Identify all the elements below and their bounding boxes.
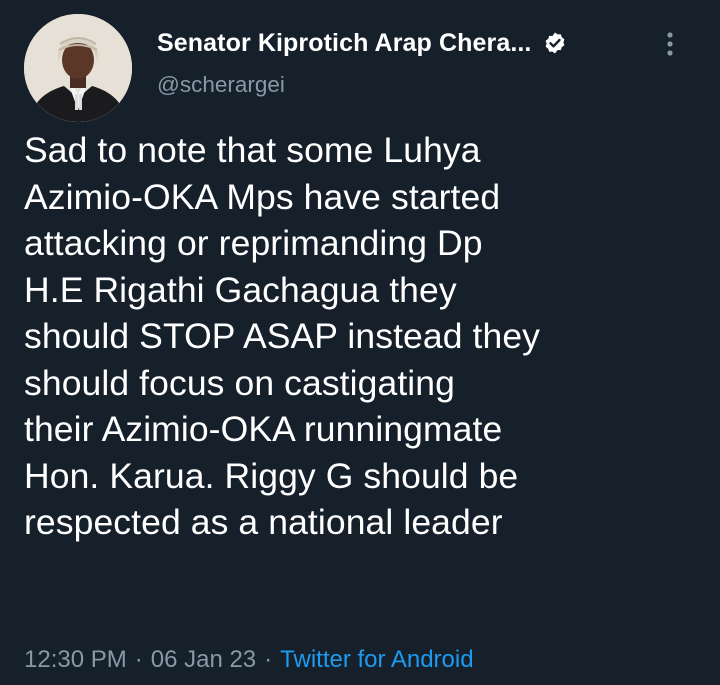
tweet-card: Senator Kiprotich Arap Chera... @scherar… bbox=[0, 0, 720, 685]
author-handle[interactable]: @scherargei bbox=[157, 72, 700, 98]
more-options-icon[interactable] bbox=[658, 30, 682, 58]
tweet-date[interactable]: 06 Jan 23 bbox=[151, 646, 256, 673]
profile-photo bbox=[24, 14, 132, 122]
tweet-header: Senator Kiprotich Arap Chera... @scherar… bbox=[157, 26, 700, 98]
meta-separator: · bbox=[134, 646, 143, 673]
meta-separator: · bbox=[264, 646, 273, 673]
name-row: Senator Kiprotich Arap Chera... bbox=[157, 26, 700, 60]
tweet-text: Sad to note that some Luhya Azimio-OKA M… bbox=[24, 130, 541, 542]
tweet-source-link[interactable]: Twitter for Android bbox=[280, 646, 473, 673]
author-display-name[interactable]: Senator Kiprotich Arap Chera... bbox=[157, 29, 531, 58]
tweet-metadata: 12:30 PM · 06 Jan 23 · Twitter for Android bbox=[24, 646, 474, 674]
avatar[interactable] bbox=[24, 14, 132, 122]
tweet-time[interactable]: 12:30 PM bbox=[24, 646, 127, 673]
verified-badge-icon bbox=[543, 31, 567, 55]
